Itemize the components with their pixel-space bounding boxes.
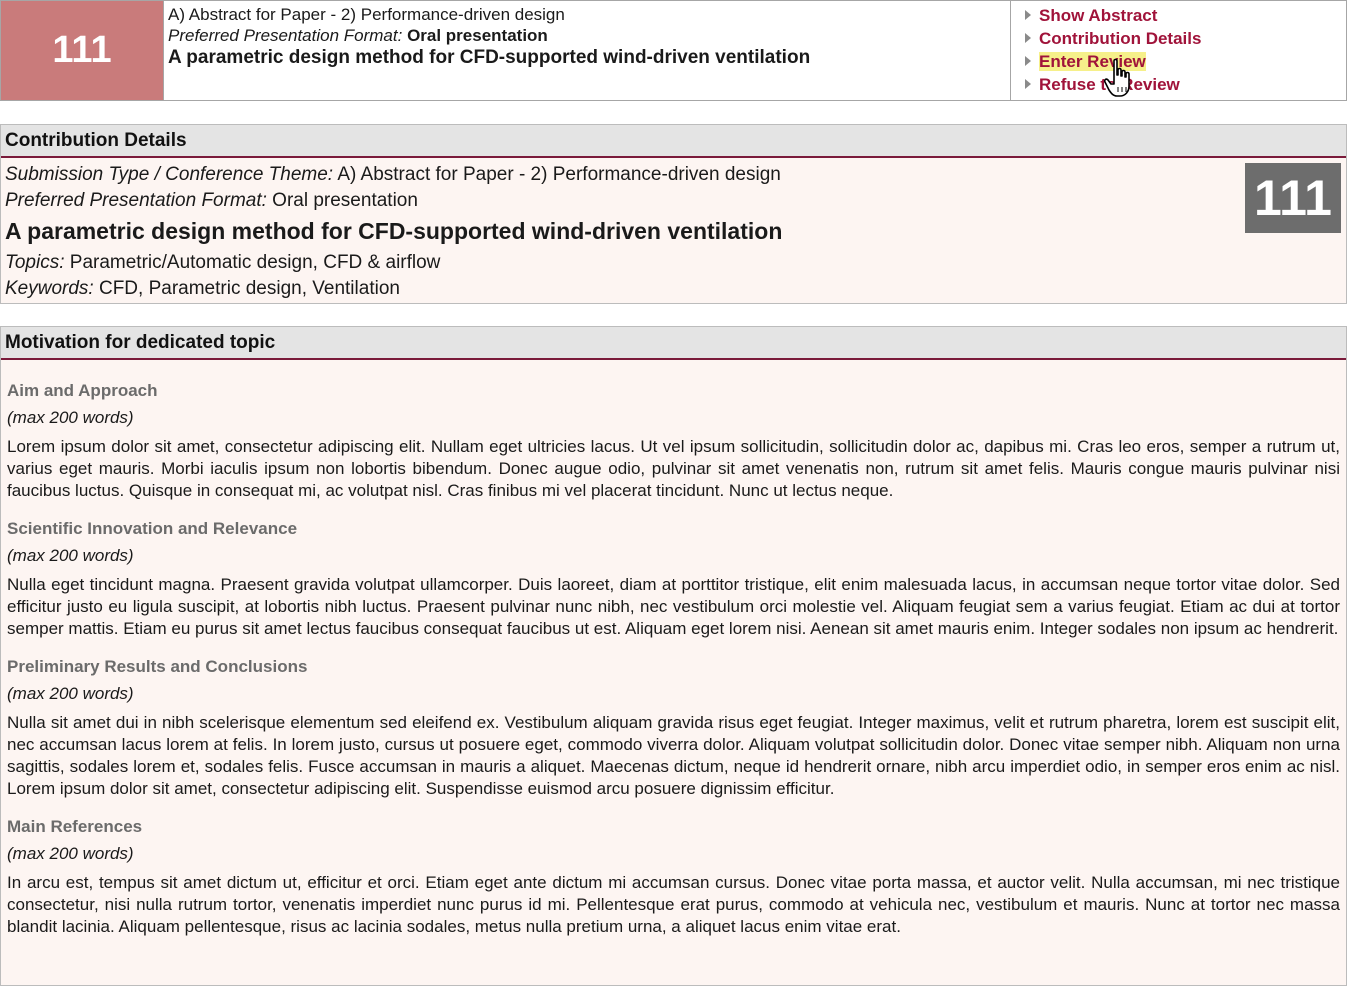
section-text: In arcu est, tempus sit amet dictum ut, …	[7, 873, 1340, 936]
word-limit-note: (max 200 words)	[7, 684, 134, 703]
section-text: Nulla eget tincidunt magna. Praesent gra…	[7, 575, 1340, 638]
topics-value: Parametric/Automatic design, CFD & airfl…	[69, 252, 441, 273]
submission-type-row: Submission Type / Conference Theme: A) A…	[5, 162, 1342, 188]
submission-type-label: Submission Type / Conference Theme:	[5, 164, 334, 185]
contribution-id-badge: 111	[1, 1, 164, 100]
action-item-enter-review: Enter Review	[1025, 51, 1347, 74]
action-menu: Show Abstract Contribution Details Enter…	[1010, 1, 1347, 100]
section-title: Preliminary Results and Conclusions	[7, 657, 308, 676]
word-limit-note: (max 200 words)	[7, 408, 134, 427]
contribution-details-link[interactable]: Contribution Details	[1039, 29, 1201, 48]
section-innovation-relevance: Scientific Innovation and Relevance (max…	[7, 518, 1340, 640]
word-limit-note: (max 200 words)	[7, 844, 134, 863]
hand-pointer-cursor-icon	[1104, 58, 1130, 97]
section-title: Scientific Innovation and Relevance	[7, 519, 298, 538]
section-aim-approach: Aim and Approach (max 200 words) Lorem i…	[7, 380, 1340, 502]
section-main-references: Main References (max 200 words) In arcu …	[7, 816, 1340, 938]
submission-type-line: A) Abstract for Paper - 2) Performance-d…	[168, 5, 565, 24]
section-results-conclusions: Preliminary Results and Conclusions (max…	[7, 656, 1340, 800]
presentation-format-label: Preferred Presentation Format:	[5, 190, 267, 211]
word-limit-note: (max 200 words)	[7, 546, 134, 565]
presentation-format-line: Preferred Presentation Format: Oral pres…	[168, 25, 1003, 46]
motivation-body: Aim and Approach (max 200 words) Lorem i…	[1, 360, 1346, 938]
keywords-row: Keywords: CFD, Parametric design, Ventil…	[5, 276, 1342, 302]
contribution-details-body: 111 Submission Type / Conference Theme: …	[1, 158, 1346, 302]
motivation-heading: Motivation for dedicated topic	[1, 327, 1346, 360]
topics-label: Topics:	[5, 252, 65, 273]
triangle-right-icon	[1025, 79, 1031, 89]
triangle-right-icon	[1025, 33, 1031, 43]
section-text: Nulla sit amet dui in nibh scelerisque e…	[7, 713, 1340, 798]
topics-row: Topics: Parametric/Automatic design, CFD…	[5, 250, 1342, 276]
details-title: A parametric design method for CFD-suppo…	[5, 218, 783, 244]
presentation-format-row: Preferred Presentation Format: Oral pres…	[5, 188, 1342, 214]
contribution-details-heading: Contribution Details	[1, 125, 1346, 158]
action-item-show-abstract: Show Abstract	[1025, 5, 1347, 28]
action-item-refuse-review: Refuse to Review	[1025, 74, 1347, 97]
section-title: Aim and Approach	[7, 381, 158, 400]
section-text: Lorem ipsum dolor sit amet, consectetur …	[7, 437, 1340, 500]
contribution-header: 111 A) Abstract for Paper - 2) Performan…	[0, 0, 1347, 101]
show-abstract-link[interactable]: Show Abstract	[1039, 6, 1157, 25]
action-item-contribution-details: Contribution Details	[1025, 28, 1347, 51]
submission-type-value: A) Abstract for Paper - 2) Performance-d…	[337, 164, 781, 185]
triangle-right-icon	[1025, 10, 1031, 20]
contribution-id-large: 111	[1245, 163, 1341, 233]
presentation-format-value: Oral presentation	[272, 190, 418, 211]
presentation-format-label: Preferred Presentation Format:	[168, 26, 403, 45]
triangle-right-icon	[1025, 56, 1031, 66]
section-title: Main References	[7, 817, 143, 836]
keywords-label: Keywords:	[5, 278, 94, 299]
keywords-value: CFD, Parametric design, Ventilation	[98, 278, 400, 299]
contribution-summary: A) Abstract for Paper - 2) Performance-d…	[168, 4, 1003, 70]
contribution-details-panel: Contribution Details 111 Submission Type…	[0, 124, 1347, 304]
motivation-panel: Motivation for dedicated topic Aim and A…	[0, 326, 1347, 986]
presentation-format-value: Oral presentation	[407, 26, 548, 45]
contribution-title: A parametric design method for CFD-suppo…	[168, 47, 811, 68]
